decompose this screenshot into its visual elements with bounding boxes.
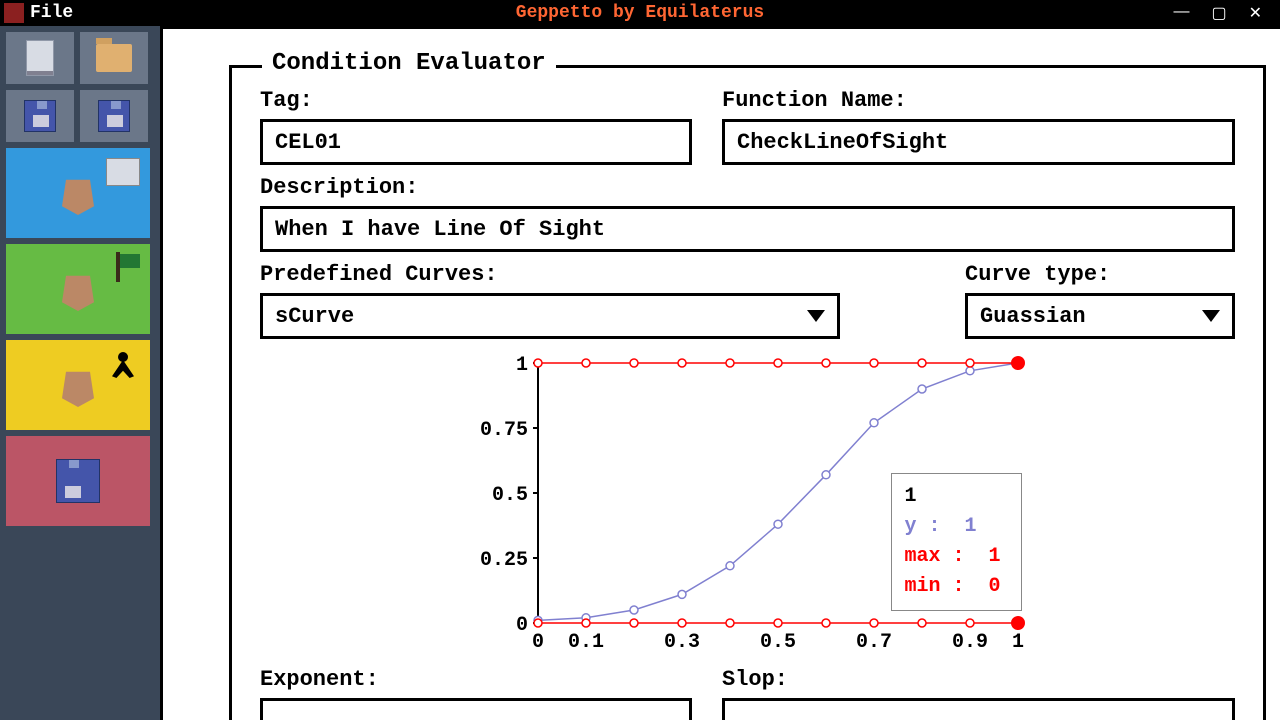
- window-controls: — ▢ ✕: [1173, 3, 1280, 23]
- svg-text:0.75: 0.75: [479, 419, 527, 442]
- svg-text:0.3: 0.3: [663, 631, 699, 653]
- slop-label: Slop:: [722, 667, 1235, 692]
- character-icon: [58, 267, 98, 311]
- svg-text:0.9: 0.9: [951, 631, 987, 653]
- maximize-button[interactable]: ▢: [1211, 3, 1226, 23]
- curve-type-value: Guassian: [980, 304, 1086, 329]
- tooltip-y-value: 1: [964, 515, 976, 538]
- floppy-icon: [56, 459, 100, 503]
- svg-text:0: 0: [515, 614, 527, 637]
- sidebar: [0, 26, 160, 720]
- svg-text:0.7: 0.7: [855, 631, 891, 653]
- predefined-curves-value: sCurve: [275, 304, 354, 329]
- exponent-label: Exponent:: [260, 667, 692, 692]
- description-input[interactable]: When I have Line Of Sight: [260, 206, 1235, 252]
- description-label: Description:: [260, 175, 1235, 200]
- svg-text:0.1: 0.1: [567, 631, 603, 653]
- close-button[interactable]: ✕: [1249, 3, 1262, 23]
- tooltip-y-label: y :: [904, 515, 940, 538]
- open-file-button[interactable]: [80, 32, 148, 84]
- function-name-label: Function Name:: [722, 88, 1235, 113]
- tooltip-title: 1: [904, 482, 1000, 512]
- tag-label: Tag:: [260, 88, 692, 113]
- exponent-input[interactable]: [260, 698, 692, 720]
- tool-green[interactable]: [6, 244, 150, 334]
- condition-evaluator-panel: Condition Evaluator Tag: CEL01 Function …: [229, 65, 1266, 720]
- function-name-input[interactable]: CheckLineOfSight: [722, 119, 1235, 165]
- panel-legend: Condition Evaluator: [262, 50, 556, 77]
- tool-yellow[interactable]: [6, 340, 150, 430]
- slop-input[interactable]: [722, 698, 1235, 720]
- new-file-button[interactable]: [6, 32, 74, 84]
- note-icon: [106, 158, 140, 186]
- curve-type-select[interactable]: Guassian: [965, 293, 1235, 339]
- tooltip-min-value: 0: [988, 575, 1000, 598]
- app-icon: [4, 3, 24, 23]
- character-icon: [58, 363, 98, 407]
- chevron-down-icon: [807, 310, 825, 322]
- save-button[interactable]: [6, 90, 74, 142]
- svg-text:0.25: 0.25: [479, 549, 527, 572]
- character-icon: [58, 171, 98, 215]
- minimize-button[interactable]: —: [1173, 3, 1189, 23]
- tooltip-max-value: 1: [988, 545, 1000, 568]
- svg-text:0.5: 0.5: [759, 631, 795, 653]
- svg-text:0.5: 0.5: [491, 484, 527, 507]
- titlebar: File Geppetto by Equilaterus — ▢ ✕: [0, 0, 1280, 26]
- curve-type-label: Curve type:: [965, 262, 1235, 287]
- chart-tooltip: 1 y : 1 max : 1 min : 0: [891, 473, 1021, 611]
- tag-input[interactable]: CEL01: [260, 119, 692, 165]
- tool-blue[interactable]: [6, 148, 150, 238]
- canvas: Condition Evaluator Tag: CEL01 Function …: [160, 26, 1280, 720]
- flag-icon: [116, 252, 142, 282]
- svg-text:1: 1: [1011, 631, 1023, 653]
- chevron-down-icon: [1202, 310, 1220, 322]
- tool-red[interactable]: [6, 436, 150, 526]
- floppy-icon: [98, 100, 130, 132]
- predefined-curves-select[interactable]: sCurve: [260, 293, 840, 339]
- svg-text:0: 0: [531, 631, 543, 653]
- svg-text:1: 1: [515, 354, 527, 377]
- curve-chart[interactable]: 0 0.25 0.5 0.75 1 0 0.1 0.3 0.5 0.7 0.9 1 1 y : 1 m…: [468, 353, 1028, 653]
- window-title: Geppetto by Equilaterus: [516, 3, 764, 23]
- folder-icon: [96, 44, 132, 72]
- person-icon: [112, 352, 134, 380]
- predefined-curves-label: Predefined Curves:: [260, 262, 840, 287]
- document-icon: [26, 40, 54, 76]
- save-as-button[interactable]: [80, 90, 148, 142]
- floppy-icon: [24, 100, 56, 132]
- file-menu[interactable]: File: [30, 3, 73, 23]
- tooltip-max-label: max :: [904, 545, 964, 568]
- tooltip-min-label: min :: [904, 575, 964, 598]
